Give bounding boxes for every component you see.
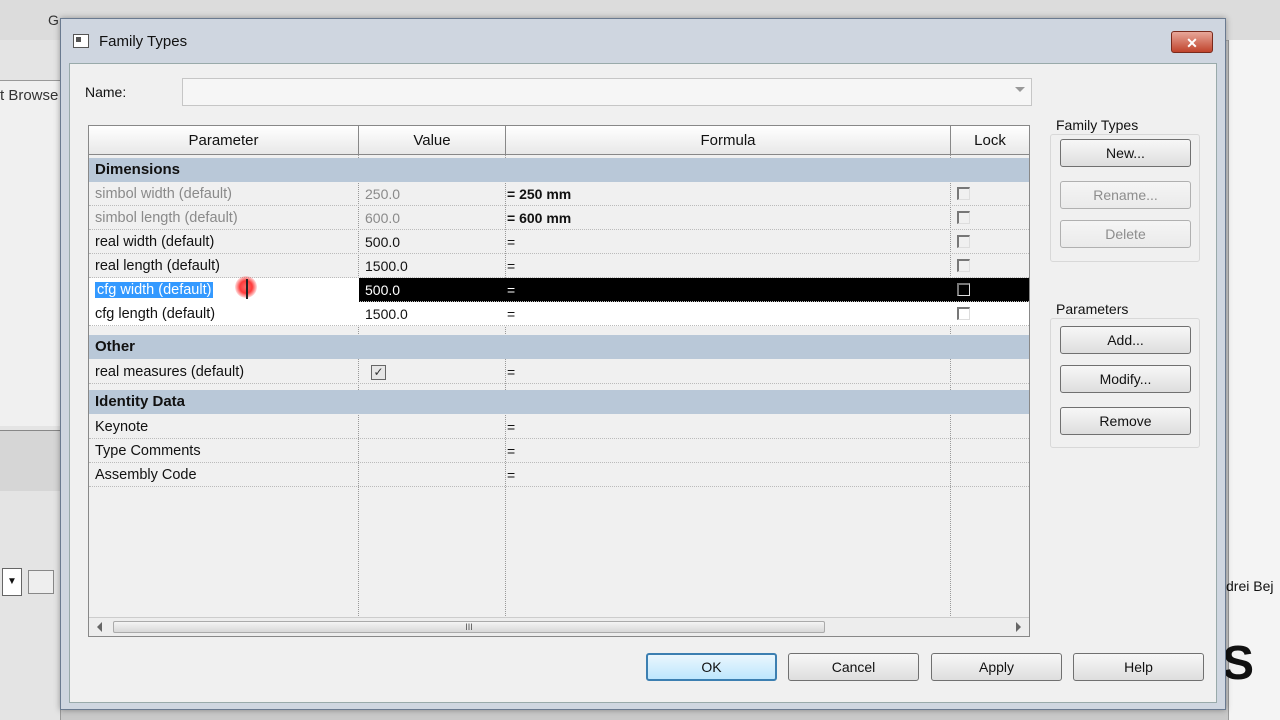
family-icon (73, 34, 89, 48)
grid-icon[interactable] (28, 570, 54, 594)
project-browser-panel: t Browse (0, 80, 60, 426)
help-button[interactable]: Help (1073, 653, 1204, 681)
parameter-formula[interactable]: = (507, 360, 947, 384)
parameter-name: real length (default) (95, 258, 220, 274)
lock-checkbox[interactable] (957, 283, 970, 296)
table-row[interactable]: real measures (default) ✓ = (89, 360, 1029, 384)
parameter-formula[interactable]: = (507, 230, 947, 254)
family-types-group-label: Family Types (1056, 117, 1139, 133)
lock-cell (953, 302, 983, 326)
table-row[interactable]: Keynote = (89, 415, 1029, 439)
new-type-button[interactable]: New... (1060, 139, 1191, 167)
family-types-dialog: Family Types ✕ Name: Parameter Value For… (60, 18, 1226, 710)
parameter-name: real width (default) (95, 234, 215, 250)
chevron-down-icon[interactable] (1015, 87, 1025, 92)
table-row-selected[interactable]: cfg width (default) 500.0 = (89, 276, 1029, 302)
parameter-value-cell: ✓ (365, 360, 505, 384)
table-row[interactable]: simbol width (default) 250.0 = 250 mm (89, 182, 1029, 206)
parameter-value[interactable]: 500.0 (365, 230, 505, 254)
name-label: Name: (85, 84, 127, 100)
parameter-formula[interactable]: = 600 mm (507, 206, 947, 230)
chevron-down-icon[interactable]: ▼ (2, 568, 22, 596)
column-header-formula[interactable]: Formula (506, 126, 951, 155)
parameter-value[interactable]: 250.0 (365, 182, 505, 206)
cancel-button[interactable]: Cancel (788, 653, 919, 681)
selected-parameter-text[interactable]: cfg width (default) (95, 282, 214, 298)
horizontal-scrollbar[interactable]: III (89, 617, 1029, 636)
scrollbar-thumb[interactable]: III (113, 621, 825, 633)
group-header-dimensions[interactable]: Dimensions (89, 158, 1029, 182)
lock-checkbox[interactable] (957, 259, 970, 272)
parameter-value[interactable]: 1500.0 (365, 254, 505, 278)
parameter-formula[interactable]: = (507, 254, 947, 278)
lock-checkbox[interactable] (957, 235, 970, 248)
lock-cell (953, 230, 983, 254)
table-row[interactable]: real width (default) 500.0 = (89, 230, 1029, 254)
lock-checkbox[interactable] (957, 211, 970, 224)
delete-type-button[interactable]: Delete (1060, 220, 1191, 248)
name-combobox[interactable] (182, 78, 1032, 106)
table-row[interactable]: Type Comments = (89, 439, 1029, 463)
table-row[interactable]: real length (default) 1500.0 = (89, 254, 1029, 278)
parameter-name: Assembly Code (95, 467, 197, 483)
table-row[interactable]: Assembly Code = (89, 463, 1029, 487)
dialog-titlebar[interactable]: Family Types ✕ (61, 19, 1225, 63)
lock-checkbox[interactable] (957, 187, 970, 200)
parameter-formula[interactable]: = (507, 463, 947, 487)
parameter-name: Keynote (95, 419, 149, 435)
add-parameter-button[interactable]: Add... (1060, 326, 1191, 354)
parameter-name: cfg length (default) (95, 306, 216, 322)
lock-cell (953, 254, 983, 278)
column-header-parameter[interactable]: Parameter (89, 126, 359, 155)
parameter-name: Type Comments (95, 443, 201, 459)
parameter-formula[interactable]: = (507, 439, 947, 463)
dialog-title: Family Types (99, 33, 188, 50)
column-header-value[interactable]: Value (359, 126, 506, 155)
group-header-identity-data[interactable]: Identity Data (89, 390, 1029, 414)
close-icon: ✕ (1186, 35, 1198, 51)
real-measures-checkbox[interactable]: ✓ (371, 365, 386, 380)
lock-cell (953, 182, 983, 206)
lock-cell (953, 278, 983, 302)
parameter-name[interactable]: cfg width (default) (95, 278, 357, 302)
parameter-value[interactable]: 500.0 (365, 278, 505, 302)
table-row[interactable]: cfg length (default) 1500.0 = (89, 302, 1029, 326)
lock-checkbox[interactable] (957, 307, 970, 320)
table-row[interactable]: simbol length (default) 600.0 = 600 mm (89, 206, 1029, 230)
parameter-formula[interactable]: = (507, 302, 947, 326)
properties-panel-fragment (0, 430, 60, 491)
scroll-right-icon[interactable] (1016, 622, 1021, 632)
parameter-value[interactable]: 1500.0 (365, 302, 505, 326)
parameter-name: real measures (default) (95, 364, 245, 380)
apply-button[interactable]: Apply (931, 653, 1062, 681)
parameter-formula[interactable]: = 250 mm (507, 182, 947, 206)
background-big-letter: S (1222, 637, 1255, 690)
parameter-name: simbol width (default) (95, 186, 232, 202)
text-cursor-icon (246, 279, 248, 299)
modify-parameter-button[interactable]: Modify... (1060, 365, 1191, 393)
parameter-formula[interactable]: = (507, 415, 947, 439)
project-browser-title: t Browse (0, 87, 59, 104)
rename-type-button[interactable]: Rename... (1060, 181, 1191, 209)
close-button[interactable]: ✕ (1171, 31, 1213, 53)
parameter-formula[interactable]: = (507, 278, 947, 302)
scroll-left-icon[interactable] (97, 622, 102, 632)
parameter-grid: Parameter Value Formula Lock Dimensions … (88, 125, 1030, 637)
dialog-client: Name: Parameter Value Formula Lock Dimen… (69, 63, 1217, 703)
background-author-text: drei Bej (1226, 578, 1274, 594)
background-right-panel (1228, 40, 1280, 720)
background-toolbar-text: G (48, 12, 59, 28)
parameters-group-label: Parameters (1056, 301, 1129, 317)
lock-cell (953, 206, 983, 230)
parameter-value[interactable]: 600.0 (365, 206, 505, 230)
remove-parameter-button[interactable]: Remove (1060, 407, 1191, 435)
group-header-other[interactable]: Other (89, 335, 1029, 359)
parameter-name: simbol length (default) (95, 210, 238, 226)
ok-button[interactable]: OK (646, 653, 777, 681)
column-header-lock[interactable]: Lock (951, 126, 1029, 155)
